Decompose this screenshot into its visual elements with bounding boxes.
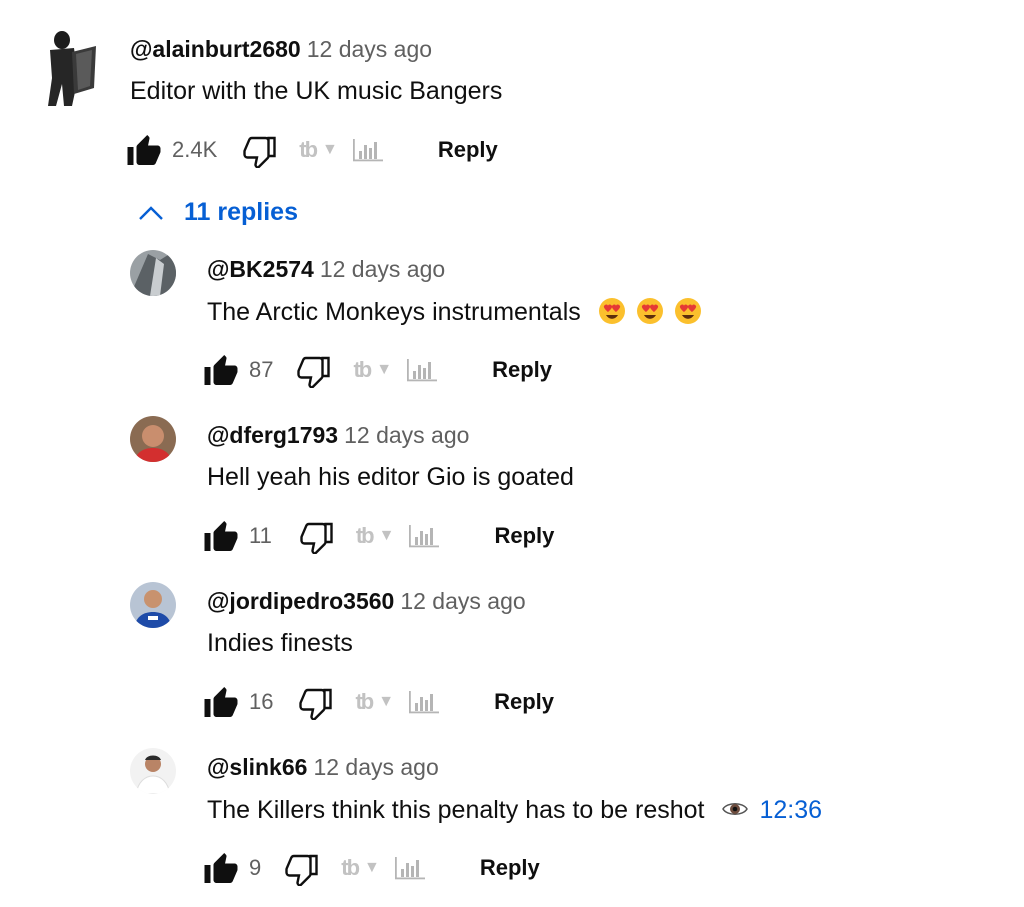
comment-time[interactable]: 12 days ago: [307, 36, 432, 62]
eye-emoji: [722, 803, 749, 815]
comment-actions: 87 tb ▼ Reply: [203, 348, 552, 392]
comment-text: The Killers think this penalty has to be…: [207, 795, 822, 825]
comment-header: @dferg1793 12 days ago: [207, 422, 469, 449]
comment-actions: 2.4K tb ▼ Reply: [126, 128, 498, 172]
comment-actions: 11 tb ▼ Reply: [203, 514, 554, 558]
comment-time[interactable]: 12 days ago: [344, 422, 469, 448]
replies-toggle-button[interactable]: 11 replies: [138, 198, 298, 227]
like-count: 16: [249, 689, 274, 714]
caret-down-icon[interactable]: ▼: [379, 527, 395, 545]
reply-button[interactable]: Reply: [438, 137, 498, 163]
bar-chart-icon[interactable]: [406, 357, 438, 383]
reply-button[interactable]: Reply: [494, 523, 554, 549]
comment-text: Editor with the UK music Bangers: [130, 77, 503, 105]
comment-time[interactable]: 12 days ago: [313, 754, 438, 780]
reply-item: @jordipedro3560 12 days ago Indies finest…: [0, 572, 1024, 732]
thumbs-up-icon[interactable]: [203, 352, 239, 388]
avatar[interactable]: [130, 748, 176, 794]
reply-button[interactable]: Reply: [492, 357, 552, 383]
avatar[interactable]: [130, 582, 176, 628]
comment-text: The Arctic Monkeys instrumentals: [207, 297, 702, 327]
bar-chart-icon[interactable]: [408, 689, 440, 715]
avatar[interactable]: [38, 28, 100, 108]
thumbs-down-icon[interactable]: [285, 850, 321, 886]
like-count: 11: [249, 523, 272, 548]
author-name[interactable]: @dferg1793: [207, 422, 338, 448]
author-name[interactable]: @slink66: [207, 754, 307, 780]
reply-button[interactable]: Reply: [494, 689, 554, 715]
comment-text-body: The Killers think this penalty has to be…: [207, 796, 705, 824]
comment-actions: 9 tb ▼ Reply: [203, 846, 540, 890]
caret-down-icon[interactable]: ▼: [364, 859, 380, 877]
bar-chart-icon[interactable]: [408, 523, 440, 549]
comment-actions: 16 tb ▼ Reply: [203, 680, 554, 724]
caret-down-icon[interactable]: ▼: [378, 693, 394, 711]
timestamp-link[interactable]: 12:36: [759, 796, 822, 824]
thumbs-down-icon[interactable]: [243, 132, 279, 168]
heart-eyes-emoji: [636, 298, 663, 324]
heart-eyes-emoji: [598, 298, 625, 324]
comment-header: @alainburt2680 12 days ago: [130, 36, 432, 63]
author-name[interactable]: @BK2574: [207, 256, 314, 282]
comment-time[interactable]: 12 days ago: [400, 588, 525, 614]
tubebuddy-icon[interactable]: tb: [299, 137, 318, 163]
comment-header: @BK2574 12 days ago: [207, 256, 445, 283]
author-name[interactable]: @jordipedro3560: [207, 588, 394, 614]
comment-time[interactable]: 12 days ago: [320, 256, 445, 282]
reply-item: @slink66 12 days ago The Killers think th…: [0, 738, 1024, 906]
thumbs-up-icon[interactable]: [203, 684, 239, 720]
reply-item: @dferg1793 12 days ago Hell yeah his edit…: [0, 406, 1024, 566]
thumbs-down-icon[interactable]: [299, 684, 335, 720]
replies-count-label: 11 replies: [184, 198, 298, 226]
bar-chart-icon[interactable]: [394, 855, 426, 881]
thumbs-up-icon[interactable]: [126, 132, 162, 168]
caret-down-icon[interactable]: ▼: [322, 141, 338, 159]
chevron-up-icon: [138, 205, 164, 221]
comment-header: @slink66 12 days ago: [207, 754, 439, 781]
thumbs-up-icon[interactable]: [203, 518, 239, 554]
heart-eyes-emoji: [674, 298, 701, 324]
tubebuddy-icon[interactable]: tb: [356, 523, 375, 549]
like-count: 87: [249, 357, 274, 382]
like-count: 9: [249, 855, 262, 880]
author-name[interactable]: @alainburt2680: [130, 36, 301, 62]
tubebuddy-icon[interactable]: tb: [341, 855, 360, 881]
comment-text: Indies finests: [207, 629, 353, 657]
bar-chart-icon[interactable]: [352, 137, 384, 163]
reply-button[interactable]: Reply: [480, 855, 540, 881]
comment-text-body: The Arctic Monkeys instrumentals: [207, 298, 581, 326]
tubebuddy-icon[interactable]: tb: [353, 357, 372, 383]
caret-down-icon[interactable]: ▼: [376, 361, 392, 379]
avatar[interactable]: [130, 416, 176, 462]
tubebuddy-icon[interactable]: tb: [355, 689, 374, 715]
comment-header: @jordipedro3560 12 days ago: [207, 588, 526, 615]
reply-item: @BK2574 12 days ago The Arctic Monkeys in…: [0, 240, 1024, 400]
thumbs-up-icon[interactable]: [203, 850, 239, 886]
thumbs-down-icon[interactable]: [297, 352, 333, 388]
like-count: 2.4K: [172, 137, 218, 162]
comment-thread: @alainburt2680 12 days ago Editor with th…: [0, 0, 1024, 190]
avatar[interactable]: [130, 250, 176, 296]
thumbs-down-icon[interactable]: [300, 518, 336, 554]
comment-text: Hell yeah his editor Gio is goated: [207, 463, 574, 491]
